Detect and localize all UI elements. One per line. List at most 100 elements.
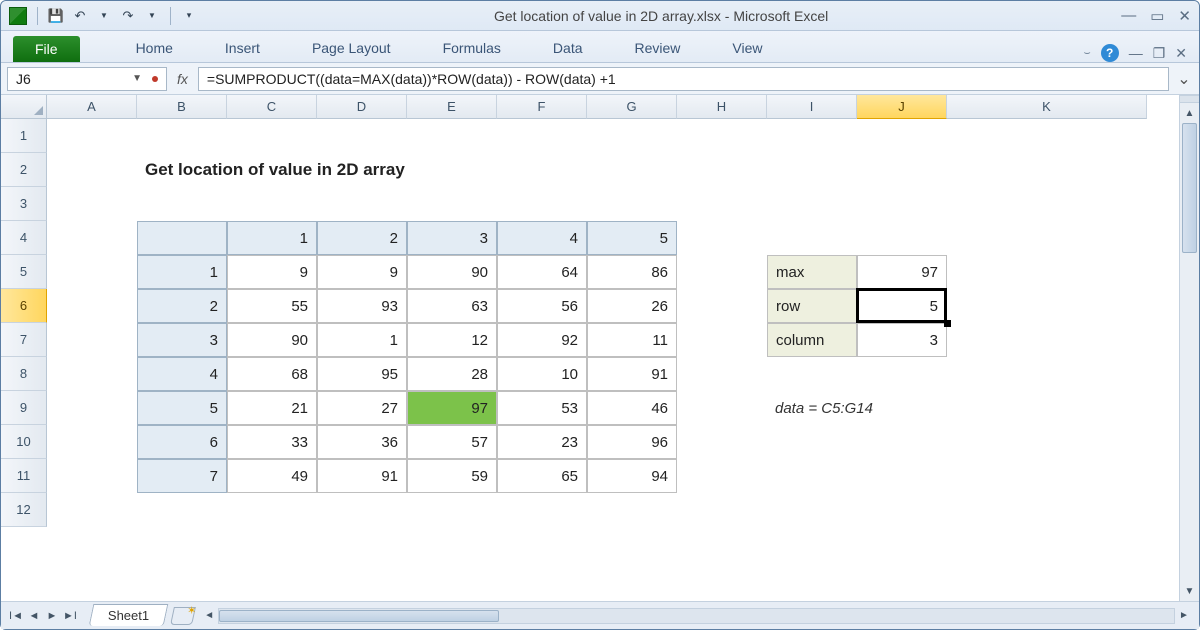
table-col-label[interactable]: 5	[587, 221, 677, 255]
data-cell[interactable]: 91	[317, 459, 407, 493]
data-cell[interactable]: 64	[497, 255, 587, 289]
column-header[interactable]: J	[857, 95, 947, 119]
help-icon[interactable]: ?	[1101, 44, 1119, 62]
scroll-down-icon[interactable]: ▼	[1180, 581, 1199, 601]
column-header[interactable]: K	[947, 95, 1147, 119]
data-cell[interactable]: 11	[587, 323, 677, 357]
table-row-label[interactable]: 1	[137, 255, 227, 289]
redo-icon[interactable]: ↷	[118, 6, 138, 26]
data-cell[interactable]: 65	[497, 459, 587, 493]
data-cell[interactable]: 86	[587, 255, 677, 289]
row-header[interactable]: 9	[1, 391, 47, 425]
row-header[interactable]: 5	[1, 255, 47, 289]
summary-label[interactable]: row	[767, 289, 857, 323]
sheet-nav-last-icon[interactable]: ►I	[61, 610, 79, 622]
row-header[interactable]: 12	[1, 493, 47, 527]
data-cell[interactable]: 90	[227, 323, 317, 357]
data-cell[interactable]: 96	[587, 425, 677, 459]
data-cell[interactable]: 26	[587, 289, 677, 323]
data-cell[interactable]: 27	[317, 391, 407, 425]
summary-label[interactable]: max	[767, 255, 857, 289]
sheet-nav-first-icon[interactable]: I◄	[7, 610, 25, 622]
hscroll-thumb[interactable]	[219, 610, 499, 622]
row-header[interactable]: 7	[1, 323, 47, 357]
named-range-note[interactable]: data = C5:G14	[767, 391, 947, 425]
table-col-label[interactable]: 1	[227, 221, 317, 255]
fx-icon[interactable]: fx	[173, 71, 192, 87]
tab-review[interactable]: Review	[621, 34, 695, 62]
tab-data[interactable]: Data	[539, 34, 597, 62]
summary-value[interactable]: 3	[857, 323, 947, 357]
table-col-label[interactable]: 4	[497, 221, 587, 255]
qat-customize-icon[interactable]: ▾	[179, 6, 199, 26]
row-header[interactable]: 3	[1, 187, 47, 221]
vscroll-thumb[interactable]	[1182, 123, 1197, 253]
tab-page-layout[interactable]: Page Layout	[298, 34, 405, 62]
summary-value[interactable]: 97	[857, 255, 947, 289]
data-cell[interactable]: 10	[497, 357, 587, 391]
data-cell[interactable]: 97	[407, 391, 497, 425]
data-cell[interactable]: 59	[407, 459, 497, 493]
undo-dropdown-icon[interactable]: ▼	[94, 6, 114, 26]
save-icon[interactable]: 💾	[46, 6, 66, 26]
scroll-right-icon[interactable]: ►	[1175, 610, 1193, 621]
row-header[interactable]: 2	[1, 153, 47, 187]
summary-value[interactable]: 5	[857, 289, 947, 323]
tab-home[interactable]: Home	[122, 34, 187, 62]
data-cell[interactable]: 28	[407, 357, 497, 391]
table-row-label[interactable]: 4	[137, 357, 227, 391]
minimize-icon[interactable]: ―	[1121, 7, 1136, 25]
data-cell[interactable]: 93	[317, 289, 407, 323]
horizontal-scrollbar[interactable]: ◄ ►	[200, 607, 1193, 625]
tab-formulas[interactable]: Formulas	[429, 34, 515, 62]
row-header[interactable]: 4	[1, 221, 47, 255]
data-cell[interactable]: 1	[317, 323, 407, 357]
sheet-nav-prev-icon[interactable]: ◄	[25, 610, 43, 622]
maximize-icon[interactable]: ▭	[1150, 7, 1164, 25]
column-header[interactable]: E	[407, 95, 497, 119]
data-cell[interactable]: 91	[587, 357, 677, 391]
data-cell[interactable]: 9	[317, 255, 407, 289]
column-header[interactable]: A	[47, 95, 137, 119]
data-cell[interactable]: 68	[227, 357, 317, 391]
page-title[interactable]: Get location of value in 2D array	[137, 153, 677, 187]
new-sheet-icon[interactable]	[170, 607, 196, 625]
column-header[interactable]: B	[137, 95, 227, 119]
row-header[interactable]: 1	[1, 119, 47, 153]
scroll-up-icon[interactable]: ▲	[1180, 103, 1199, 123]
formula-input[interactable]: =SUMPRODUCT((data=MAX(data))*ROW(data)) …	[198, 67, 1169, 91]
column-header[interactable]: D	[317, 95, 407, 119]
data-cell[interactable]: 55	[227, 289, 317, 323]
sheet-nav-next-icon[interactable]: ►	[43, 610, 61, 622]
row-header[interactable]: 8	[1, 357, 47, 391]
undo-icon[interactable]: ↶	[70, 6, 90, 26]
column-header[interactable]: F	[497, 95, 587, 119]
table-row-label[interactable]: 6	[137, 425, 227, 459]
table-row-label[interactable]: 5	[137, 391, 227, 425]
file-tab[interactable]: File	[13, 36, 80, 62]
table-col-label[interactable]: 2	[317, 221, 407, 255]
data-cell[interactable]: 46	[587, 391, 677, 425]
data-cell[interactable]: 90	[407, 255, 497, 289]
data-cell[interactable]: 21	[227, 391, 317, 425]
sheet-tab[interactable]: Sheet1	[89, 604, 169, 626]
scroll-left-icon[interactable]: ◄	[200, 610, 218, 621]
data-cell[interactable]: 12	[407, 323, 497, 357]
redo-dropdown-icon[interactable]: ▼	[142, 6, 162, 26]
table-row-label[interactable]: 2	[137, 289, 227, 323]
column-header[interactable]: C	[227, 95, 317, 119]
table-col-label[interactable]: 3	[407, 221, 497, 255]
data-cell[interactable]: 94	[587, 459, 677, 493]
hscroll-track[interactable]	[218, 608, 1175, 624]
vertical-scrollbar[interactable]: ▲ ▼	[1179, 95, 1199, 601]
name-box-dropdown-icon[interactable]: ▼	[132, 73, 142, 84]
table-row-label[interactable]: 7	[137, 459, 227, 493]
table-row-label[interactable]: 3	[137, 323, 227, 357]
data-cell[interactable]: 92	[497, 323, 587, 357]
data-cell[interactable]: 95	[317, 357, 407, 391]
tab-insert[interactable]: Insert	[211, 34, 274, 62]
data-cell[interactable]: 57	[407, 425, 497, 459]
data-cell[interactable]: 9	[227, 255, 317, 289]
data-cell[interactable]: 33	[227, 425, 317, 459]
workbook-restore-icon[interactable]: ❐	[1153, 45, 1166, 62]
